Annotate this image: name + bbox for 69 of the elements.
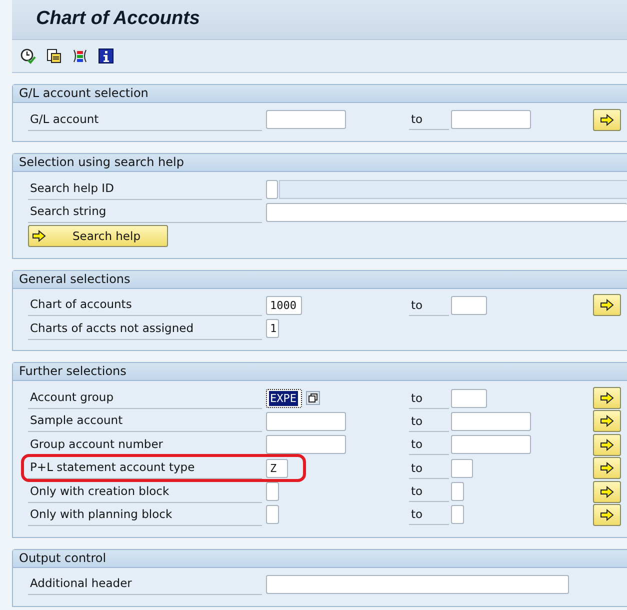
arrow-right-icon: [600, 462, 614, 474]
input-field[interactable]: [266, 574, 569, 594]
input-field[interactable]: EXPE: [266, 388, 302, 408]
input-field[interactable]: [266, 180, 278, 199]
to-label: to: [409, 410, 449, 432]
to-label: to: [409, 388, 449, 409]
input-field[interactable]: [451, 435, 531, 454]
input-field[interactable]: [451, 388, 487, 408]
multiple-selection-button[interactable]: [593, 480, 621, 503]
multiple-selection-button[interactable]: [593, 387, 621, 410]
section-header: G/L account selection: [13, 85, 627, 103]
input-field[interactable]: 1: [266, 319, 279, 338]
to-label: to: [409, 504, 449, 526]
section-header: Output control: [13, 550, 627, 568]
section-header: General selections: [13, 270, 627, 289]
arrow-right-icon: [600, 438, 614, 451]
info-icon[interactable]: [98, 48, 114, 64]
section-header: Selection using search help: [13, 154, 627, 172]
field-label: Charts of accts not assigned: [28, 318, 262, 340]
section-header: Further selections: [13, 363, 627, 382]
input-field[interactable]: 1000: [266, 296, 302, 315]
input-field[interactable]: Z: [266, 458, 288, 478]
multiple-selection-button[interactable]: [593, 410, 621, 432]
search-help-button[interactable]: Search help: [28, 224, 168, 247]
copy-icon[interactable]: [306, 391, 320, 406]
field-label: Sample account: [28, 410, 262, 432]
copy-icon[interactable]: [46, 48, 62, 64]
input-field[interactable]: [266, 110, 346, 130]
arrow-right-icon: [600, 114, 614, 126]
arrow-right-icon: [600, 415, 614, 428]
multiple-selection-button[interactable]: [593, 434, 621, 456]
field-label: Chart of accounts: [28, 294, 262, 316]
input-field[interactable]: [451, 482, 464, 502]
input-field[interactable]: [266, 505, 279, 524]
arrow-right-icon: [600, 486, 614, 498]
arrow-right-icon: [600, 392, 614, 404]
input-field[interactable]: [451, 110, 531, 130]
field-label: P+L statement account type: [28, 457, 262, 480]
to-label: to: [409, 458, 449, 479]
window-title: Chart of Accounts: [36, 8, 200, 29]
input-field[interactable]: [451, 296, 487, 315]
arrow-right-icon: [600, 299, 614, 312]
multiple-selection-button[interactable]: [593, 108, 621, 131]
input-field[interactable]: [451, 412, 531, 431]
field-label: Search string: [28, 201, 262, 224]
multiple-selection-button[interactable]: [593, 457, 621, 480]
field-label: G/L account: [28, 108, 262, 131]
field-label: Additional header: [28, 573, 262, 596]
to-label: to: [409, 434, 449, 456]
to-label: to: [409, 109, 449, 130]
input-field[interactable]: [266, 202, 627, 222]
arrow-right-icon: [32, 230, 46, 242]
field-label: Group account number: [28, 434, 262, 456]
to-label: to: [409, 481, 449, 502]
field-label: Only with planning block: [28, 504, 262, 526]
clock-check-icon[interactable]: [20, 48, 36, 64]
input-field[interactable]: [451, 458, 473, 478]
field-label: Account group: [28, 387, 262, 410]
field-label: Search help ID: [28, 178, 262, 200]
field-label: Only with creation block: [28, 480, 262, 503]
input-field[interactable]: [266, 482, 279, 502]
to-label: to: [409, 294, 449, 316]
input-field[interactable]: [266, 412, 346, 431]
columns-icon[interactable]: [72, 48, 88, 64]
input-field[interactable]: [451, 505, 464, 524]
multiple-selection-button[interactable]: [593, 294, 621, 316]
input-field[interactable]: [266, 435, 346, 454]
arrow-right-icon: [600, 508, 614, 521]
multiple-selection-button[interactable]: [593, 504, 621, 526]
